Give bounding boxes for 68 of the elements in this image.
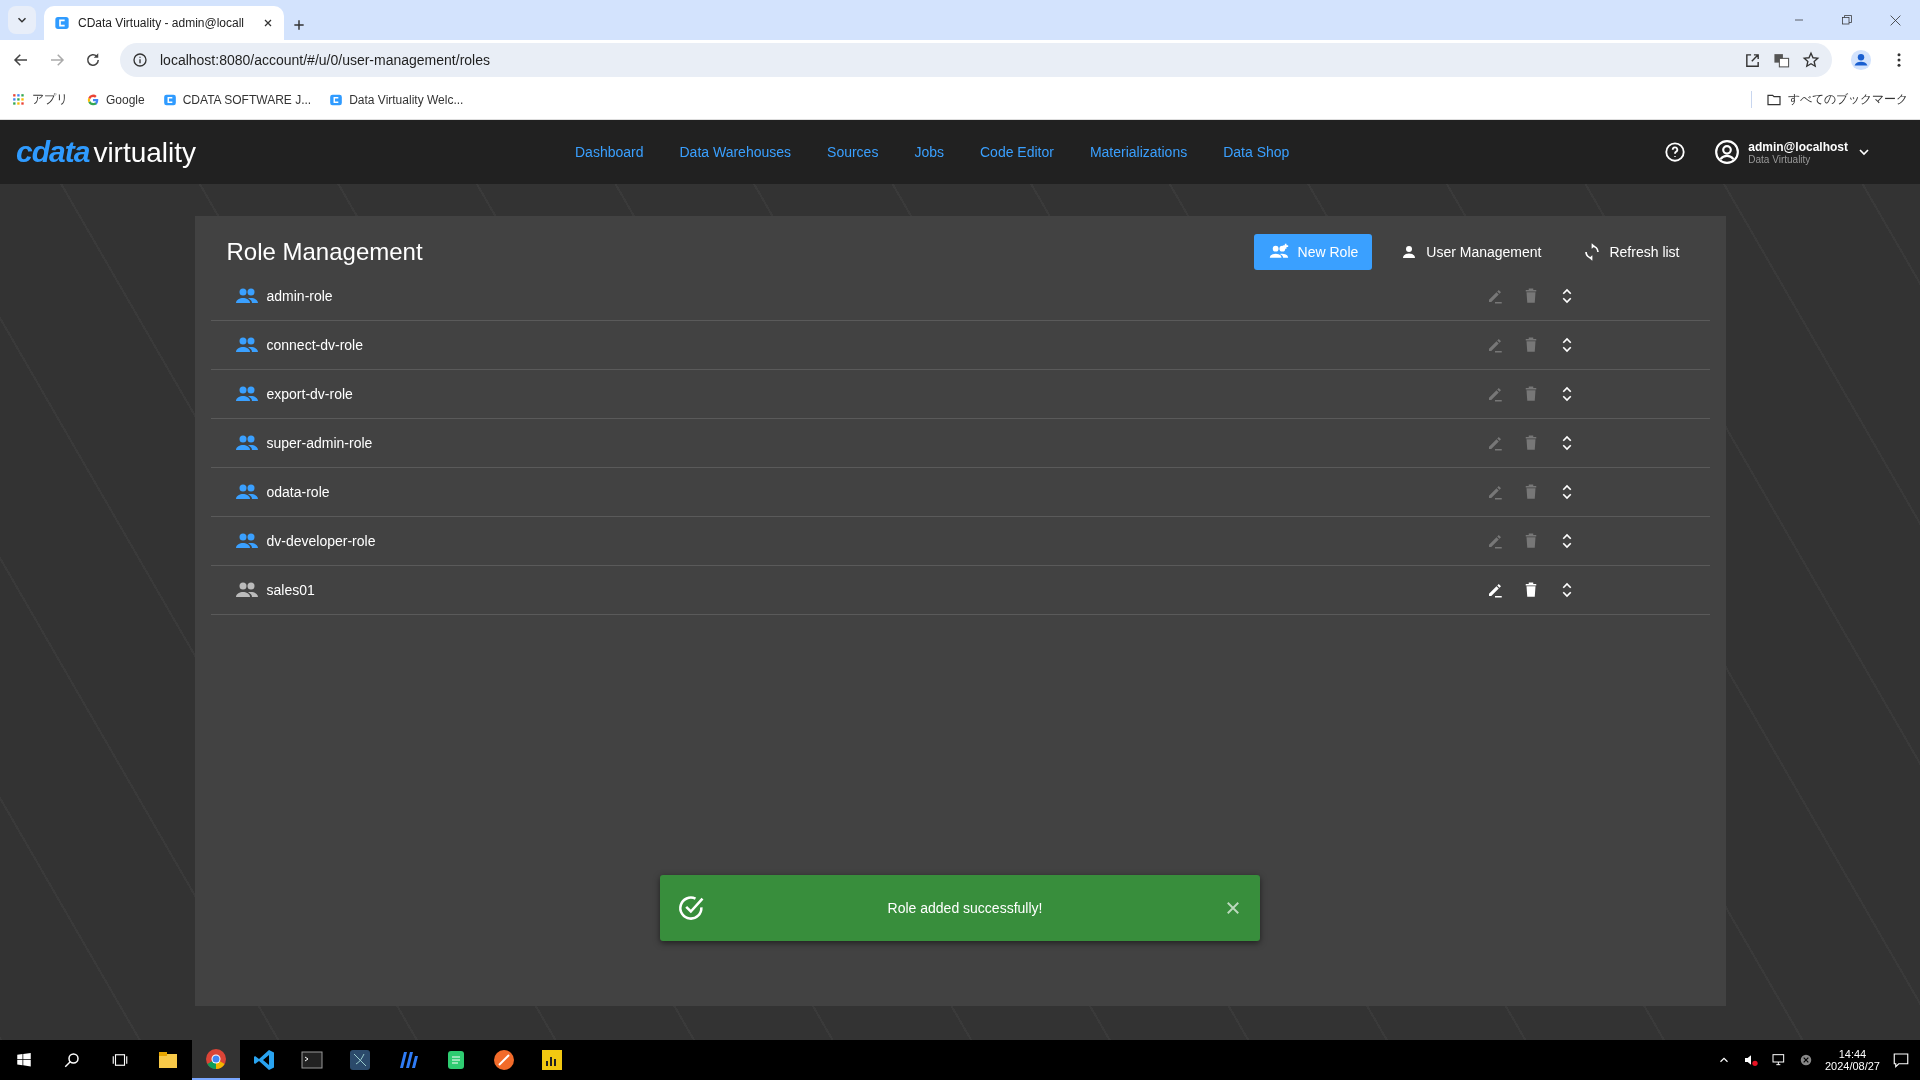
bookmark[interactable]: アプリ (12, 91, 68, 108)
role-row[interactable]: odata-role (210, 468, 1710, 517)
app-icon (204, 1047, 228, 1071)
taskbar-app[interactable] (192, 1040, 240, 1080)
role-row[interactable]: sales01 (210, 566, 1710, 615)
network-icon[interactable] (1770, 1052, 1787, 1068)
page-title: Role Management (226, 238, 424, 266)
nav-link[interactable]: Dashboard (575, 144, 644, 160)
role-name: admin-role (266, 288, 334, 304)
app-icon (348, 1048, 372, 1072)
open-external-icon[interactable] (1744, 51, 1761, 69)
all-bookmarks-link[interactable]: すべてのブックマーク (1751, 91, 1908, 108)
toast-message: Role added successfully! (886, 900, 1044, 916)
user-menu[interactable]: admin@localhost Data Virtuality (1714, 139, 1872, 165)
role-row[interactable]: connect-dv-role (210, 321, 1710, 370)
nav-link[interactable]: Jobs (914, 144, 944, 160)
nav-link[interactable]: Code Editor (980, 144, 1054, 160)
nav-link[interactable]: Data Shop (1223, 144, 1290, 160)
star-icon[interactable] (1802, 51, 1820, 69)
windows-logo-icon (15, 1051, 33, 1069)
new-tab-icon[interactable] (292, 18, 306, 32)
app-icon (300, 1048, 324, 1072)
bookmark[interactable]: CDATA SOFTWARE J... (162, 92, 312, 107)
bookmark-favicon-icon (329, 92, 344, 107)
reload-icon[interactable] (84, 51, 102, 69)
taskbar-clock[interactable]: 14:44 2024/08/27 (1824, 1048, 1880, 1072)
google-icon (86, 92, 100, 107)
role-name: odata-role (266, 484, 331, 500)
close-icon[interactable] (262, 17, 274, 29)
action-button[interactable]: Refresh list (1569, 234, 1694, 270)
role-row[interactable]: admin-role (210, 272, 1710, 321)
role-name: sales01 (266, 582, 316, 598)
app-icon (252, 1048, 276, 1072)
action-button[interactable]: User Management (1386, 234, 1556, 270)
info-icon (132, 52, 148, 68)
role-row[interactable]: super-admin-role (210, 419, 1710, 468)
role-name: export-dv-role (266, 386, 354, 402)
role-name: super-admin-role (266, 435, 374, 451)
app-icon (540, 1048, 564, 1072)
task-view-icon (111, 1051, 129, 1069)
role-name: dv-developer-role (266, 533, 377, 549)
role-row[interactable]: dv-developer-role (210, 517, 1710, 566)
nav-link[interactable]: Materializations (1089, 144, 1188, 160)
close-icon[interactable] (1889, 13, 1902, 27)
role-row[interactable]: export-dv-role (210, 370, 1710, 419)
role-name: connect-dv-role (266, 337, 364, 353)
help-icon[interactable] (1664, 141, 1687, 163)
app-icon (492, 1048, 516, 1072)
browser-tab[interactable]: CData Virtuality - admin@locall (44, 6, 284, 40)
notification-icon[interactable] (1892, 1051, 1910, 1069)
account-icon (1714, 139, 1741, 165)
blocked-icon[interactable] (1798, 1053, 1813, 1067)
apps-grid-icon (12, 92, 26, 107)
bookmark[interactable]: Google (86, 92, 145, 107)
nav-link[interactable]: Sources (827, 144, 879, 160)
profile-icon[interactable] (1850, 49, 1872, 71)
restore-icon[interactable] (1841, 14, 1853, 26)
translate-icon[interactable] (1773, 51, 1790, 69)
search-icon (63, 1051, 81, 1069)
back-icon[interactable] (12, 51, 30, 69)
bookmark[interactable]: Data Virtuality Welc... (329, 92, 464, 107)
tab-favicon-icon (54, 15, 70, 31)
bookmark-favicon-icon (162, 92, 177, 107)
refresh-icon (1583, 243, 1602, 261)
check-circle-icon (678, 894, 706, 922)
logo[interactable]: cdatavirtuality (16, 135, 197, 169)
nav-link[interactable]: Data Warehouses (679, 144, 792, 160)
address-bar[interactable]: localhost:8080/account/#/u/0/user-management/roles (120, 43, 1832, 77)
